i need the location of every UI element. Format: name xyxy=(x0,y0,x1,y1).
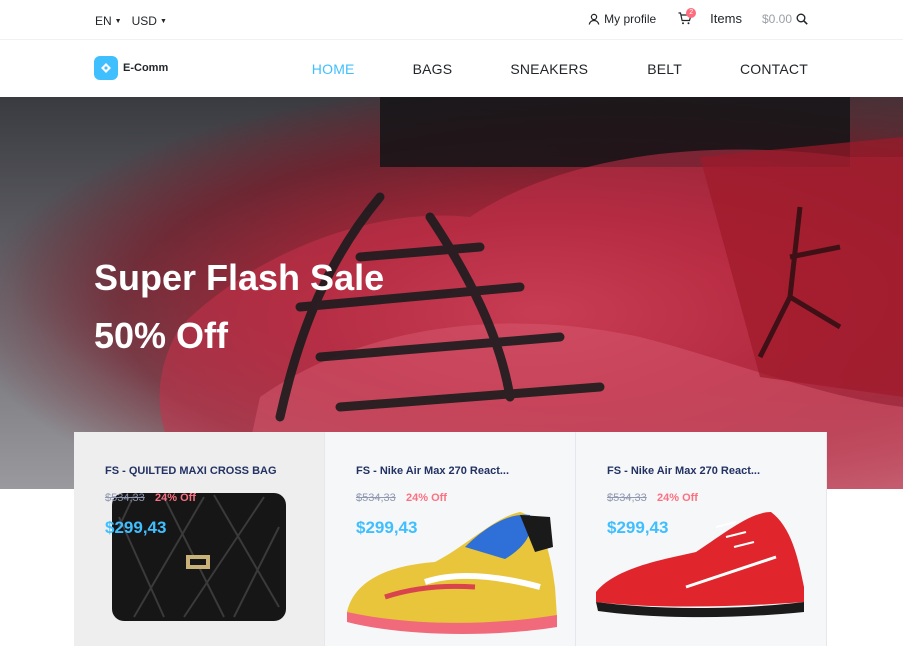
top-bar: EN ▼ USD ▼ My profile 2 Items $0.00 xyxy=(0,0,903,40)
logo-mark-icon xyxy=(94,56,118,80)
cart-total: $0.00 xyxy=(761,11,792,26)
language-selector[interactable]: EN ▼ xyxy=(95,14,122,28)
nav-belt[interactable]: BELT xyxy=(647,61,682,77)
product-name[interactable]: FS - Nike Air Max 270 React... xyxy=(607,465,760,477)
nav-home[interactable]: HOME xyxy=(312,61,355,77)
hero-title: Super Flash Sale xyxy=(94,257,385,298)
sale-price: $299,43 xyxy=(607,518,669,537)
nav-contact[interactable]: CONTACT xyxy=(740,61,808,77)
language-value: EN xyxy=(95,14,112,28)
flash-sale-products: FS - QUILTED MAXI CROSS BAG $534,33 24% … xyxy=(74,432,827,646)
currency-value: USD xyxy=(131,14,157,28)
currency-selector[interactable]: USD ▼ xyxy=(132,14,167,28)
items-label[interactable]: Items xyxy=(710,11,742,26)
caret-down-icon: ▼ xyxy=(114,18,122,25)
main-navbar: E-Comm HOME BAGS SNEAKERS BELT CONTACT xyxy=(0,40,903,97)
nav-bags[interactable]: BAGS xyxy=(413,61,453,77)
cart-button[interactable]: 2 xyxy=(678,8,697,25)
discount-badge: 24% Off xyxy=(155,492,196,504)
old-price: $534,33 xyxy=(607,492,647,504)
product-card[interactable]: FS - QUILTED MAXI CROSS BAG $534,33 24% … xyxy=(74,432,325,646)
account-area: My profile 2 Items $0.00 xyxy=(588,8,808,26)
profile-label: My profile xyxy=(604,11,657,26)
caret-down-icon: ▼ xyxy=(159,18,167,25)
user-icon xyxy=(588,13,600,25)
old-price: $534,33 xyxy=(105,492,145,504)
sale-price: $299,43 xyxy=(105,518,167,537)
sneaker-product-image xyxy=(347,512,557,634)
search-icon[interactable] xyxy=(796,13,808,25)
product-card[interactable]: FS - Nike Air Max 270 React... $534,33 2… xyxy=(325,432,576,646)
discount-badge: 24% Off xyxy=(406,492,447,504)
brand-name: E-Comm xyxy=(123,62,169,74)
sneaker-product-image xyxy=(596,512,804,618)
cart-count-badge: 2 xyxy=(686,8,697,18)
nav-sneakers[interactable]: SNEAKERS xyxy=(510,61,588,77)
product-name[interactable]: FS - Nike Air Max 270 React... xyxy=(356,465,509,477)
discount-badge: 24% Off xyxy=(657,492,698,504)
locale-selectors: EN ▼ USD ▼ xyxy=(95,14,167,28)
sale-price: $299,43 xyxy=(356,518,418,537)
product-name[interactable]: FS - QUILTED MAXI CROSS BAG xyxy=(105,465,277,477)
product-card[interactable]: FS - Nike Air Max 270 React... $534,33 2… xyxy=(576,432,827,646)
brand-logo[interactable]: E-Comm xyxy=(94,56,168,80)
hero-banner: Super Flash Sale 50% Off xyxy=(0,97,903,489)
old-price: $534,33 xyxy=(356,492,396,504)
bag-product-image xyxy=(112,493,286,621)
hero-subtitle: 50% Off xyxy=(94,315,229,356)
my-profile-link[interactable]: My profile xyxy=(588,12,656,26)
main-menu: HOME BAGS SNEAKERS BELT CONTACT xyxy=(312,61,808,77)
